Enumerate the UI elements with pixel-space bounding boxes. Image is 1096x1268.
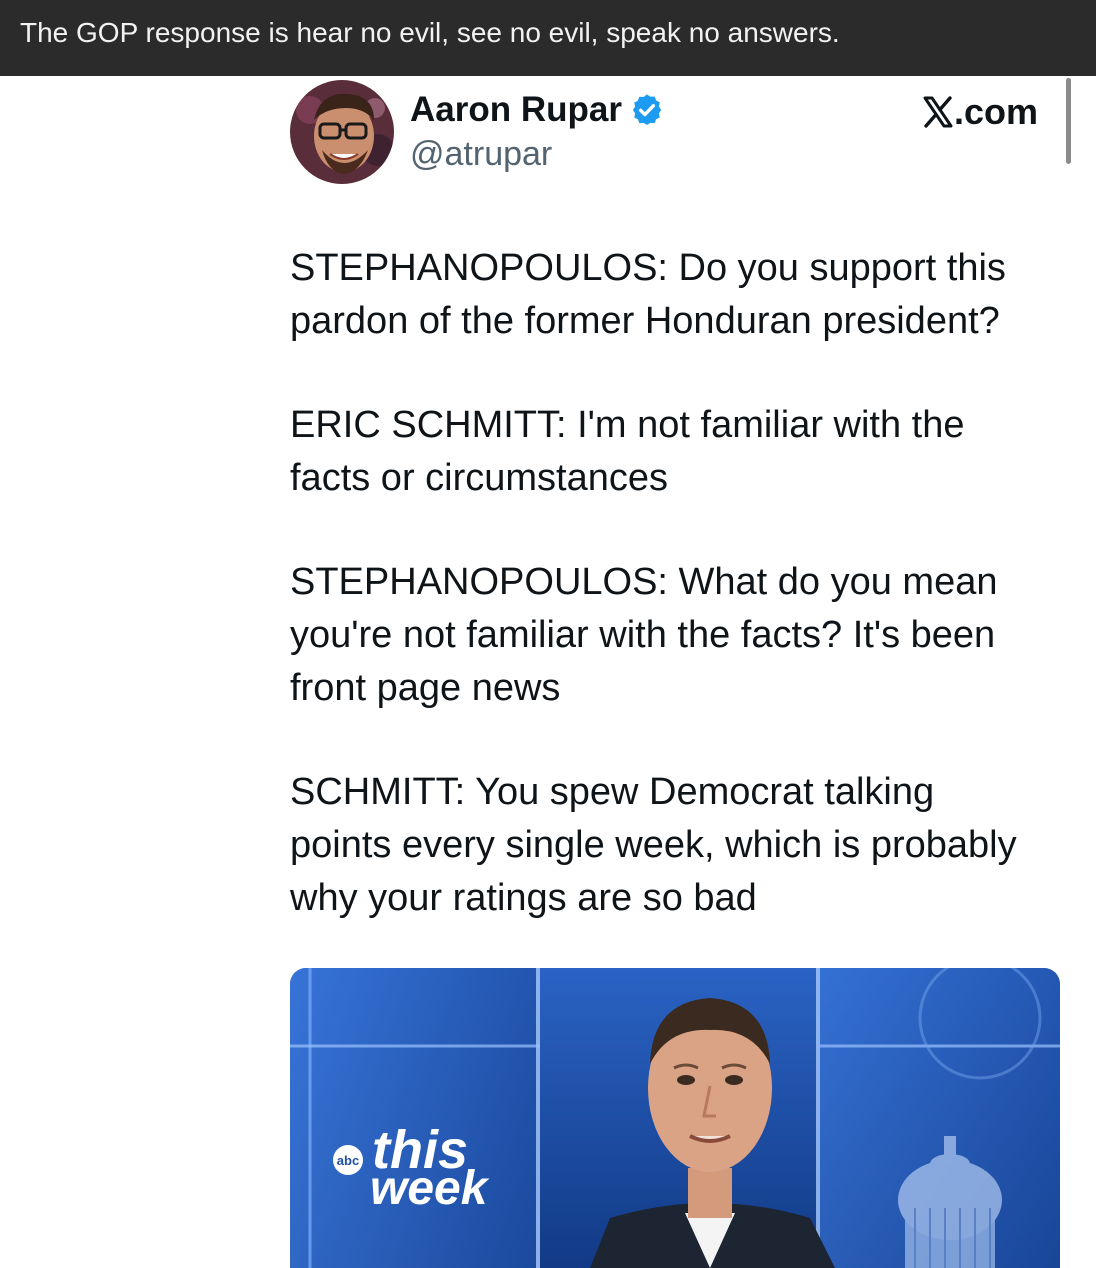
author-handle[interactable]: @atrupar bbox=[410, 132, 552, 176]
avatar[interactable] bbox=[290, 80, 394, 184]
tweet-paragraph: ERIC SCHMITT: I'm not familiar with the … bbox=[290, 404, 965, 499]
verified-badge-icon bbox=[632, 94, 662, 125]
author-name-row[interactable]: Aaron Rupar bbox=[410, 88, 664, 132]
source-domain-text: .com bbox=[953, 91, 1038, 132]
tweet-paragraph: STEPHANOPOULOS: Do you support this pard… bbox=[290, 247, 1006, 342]
news-broadcast-image: abc this week bbox=[290, 968, 1060, 1268]
caption-text: The GOP response is hear no evil, see no… bbox=[20, 17, 840, 48]
x-logo-icon bbox=[923, 96, 953, 128]
avatar-photo bbox=[290, 80, 394, 184]
author-name[interactable]: Aaron Rupar bbox=[410, 88, 622, 132]
caption-bar: The GOP response is hear no evil, see no… bbox=[0, 0, 1096, 76]
tweet-media-video-still[interactable]: abc this week bbox=[290, 968, 1060, 1268]
source-label[interactable]: .com bbox=[922, 90, 1038, 134]
tweet-paragraph: STEPHANOPOULOS: What do you mean you're … bbox=[290, 561, 998, 709]
logo-network-text: abc bbox=[337, 1153, 359, 1168]
scroll-indicator[interactable] bbox=[1066, 78, 1071, 164]
logo-line2-text: week bbox=[370, 1162, 490, 1215]
tweet-paragraph: SCHMITT: You spew Democrat talking point… bbox=[290, 771, 1017, 919]
